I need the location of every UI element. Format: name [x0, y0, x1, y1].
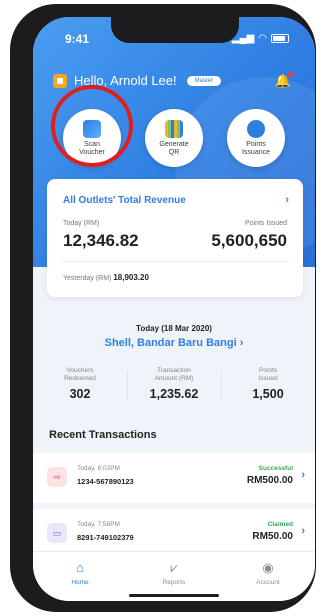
points-issuance-button[interactable]: Points Issuance: [227, 109, 285, 167]
stat-label: Vouchers Redeemed: [64, 367, 96, 382]
today-revenue-label: Today (RM): [63, 220, 100, 227]
outlet-selector[interactable]: Shell, Bandar Baru Bangi ›: [33, 337, 315, 349]
signal-icon: ▂▄▆: [231, 33, 255, 44]
role-badge: Master: [186, 75, 221, 86]
transaction-amount: RM50.00: [252, 531, 293, 542]
payment-icon: ⇨: [47, 467, 67, 487]
card-divider: [61, 261, 289, 262]
yesterday-label: Yesterday (RM): [63, 275, 112, 282]
stat-label: Points Issued: [258, 367, 278, 382]
chevron-right-icon[interactable]: ›: [285, 194, 289, 206]
tab-reports[interactable]: ⩗ Reports: [127, 560, 221, 586]
home-icon: ⌂: [76, 560, 84, 575]
yesterday-value: 18,903.20: [113, 273, 149, 282]
transaction-id: 8291-749102379: [77, 533, 134, 542]
home-indicator: [129, 594, 219, 597]
bottom-tab-bar: ⌂ Home ⩗ Reports ◉ Account: [33, 551, 315, 601]
tab-label: Reports: [162, 579, 186, 586]
stat-value: 1,500: [252, 387, 284, 401]
voucher-icon: ▭: [47, 523, 67, 543]
tab-home[interactable]: ⌂ Home: [33, 560, 127, 586]
chevron-right-icon: ›: [301, 525, 305, 537]
greeting-bar: Hello, Arnold Lee! Master: [53, 73, 221, 88]
generate-qr-label: Generate QR: [159, 140, 189, 156]
transaction-id: 1234-567890123: [77, 477, 134, 486]
status-icons: ▂▄▆ ◠: [232, 33, 289, 44]
points-issued-value: 5,600,650: [211, 231, 287, 250]
notification-dot: [288, 72, 293, 77]
recent-transactions-title: Recent Transactions: [49, 429, 157, 441]
revenue-card-title: All Outlets' Total Revenue: [63, 195, 186, 206]
transaction-status: Claimed: [267, 521, 293, 528]
chevron-right-icon: ›: [301, 469, 305, 481]
outlet-name: Shell, Bandar Baru Bangi: [104, 337, 237, 349]
phone-frame: 9:41 ▂▄▆ ◠ Hello, Arnold Lee! Master 🔔 S…: [10, 4, 316, 612]
tab-label: Account: [256, 579, 280, 586]
transaction-time: Today, 8:02PM: [77, 465, 120, 472]
transaction-status: Successful: [258, 465, 293, 472]
stat-value: 1,235.62: [149, 387, 199, 401]
status-time: 9:41: [65, 32, 90, 46]
generate-qr-button[interactable]: Generate QR: [145, 109, 203, 167]
merchant-logo-icon: [53, 73, 67, 88]
account-icon: ◉: [262, 560, 274, 575]
revenue-card[interactable]: All Outlets' Total Revenue › Today (RM) …: [47, 179, 303, 297]
transaction-time: Today, 7:58PM: [77, 521, 120, 528]
reports-chart-icon: ⩗: [170, 560, 178, 575]
stat-transaction-amount: Transaction Amount (RM) 1,235.62: [127, 367, 221, 401]
notch: [111, 17, 239, 43]
points-issued-label: Points Issued: [244, 220, 287, 227]
points-issuance-label: Points Issuance: [241, 140, 271, 156]
wifi-icon: ◠: [258, 33, 267, 44]
chevron-right-icon: ›: [239, 337, 244, 349]
highlight-circle: [51, 85, 133, 167]
stat-vouchers: Vouchers Redeemed 302: [33, 367, 127, 401]
transaction-list: ⇨ Today, 8:02PM 1234-567890123 Successfu…: [33, 453, 315, 563]
today-revenue-value: 12,346.82: [63, 231, 139, 250]
qr-code-icon: [165, 119, 183, 138]
transaction-row[interactable]: ⇨ Today, 8:02PM 1234-567890123 Successfu…: [33, 453, 315, 509]
summary-date: Today (18 Mar 2020): [136, 324, 212, 333]
battery-icon: [271, 34, 289, 43]
yesterday-revenue: Yesterday (RM) 18,903.20: [63, 273, 149, 282]
tab-label: Home: [71, 579, 89, 586]
stat-value: 302: [69, 387, 91, 401]
transaction-amount: RM500.00: [246, 475, 293, 486]
stat-label: Transaction Amount (RM): [154, 367, 194, 382]
stat-points: Points Issued 1,500: [221, 367, 315, 401]
points-icon: [247, 119, 265, 138]
app-screen: 9:41 ▂▄▆ ◠ Hello, Arnold Lee! Master 🔔 S…: [33, 17, 315, 601]
tab-account[interactable]: ◉ Account: [221, 560, 315, 586]
